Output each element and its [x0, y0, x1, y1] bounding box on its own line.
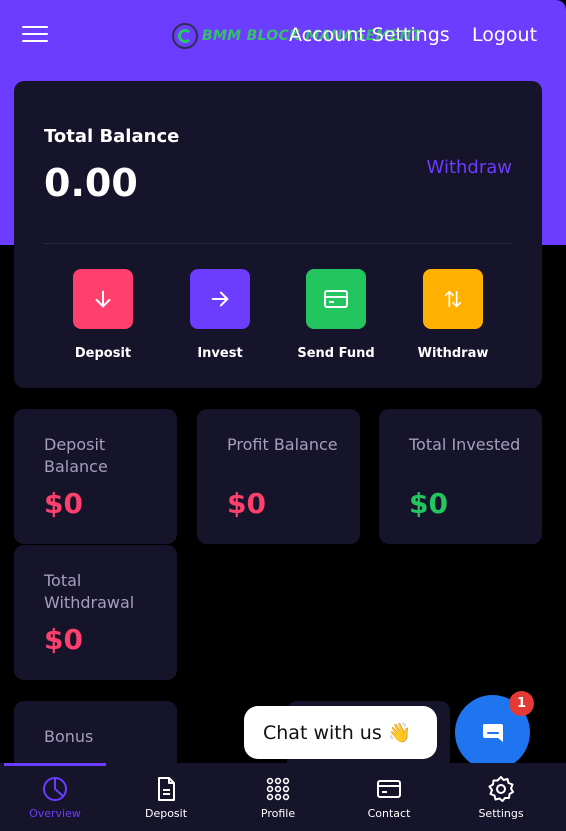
- nav-profile[interactable]: Profile: [223, 775, 333, 820]
- grid-dots-icon: [266, 777, 290, 801]
- nav-contact[interactable]: Contact: [334, 775, 444, 820]
- nav-label: Settings: [478, 807, 524, 820]
- deposit-action-label: Deposit: [74, 346, 132, 361]
- card-icon: [377, 780, 401, 798]
- chat-bubble-icon: [482, 723, 503, 742]
- deposit-action-button[interactable]: Deposit: [43, 269, 163, 361]
- bottom-navigation: Overview Deposit Profile Contact Setting…: [0, 763, 566, 831]
- send-fund-action-label: Send Fund: [297, 346, 375, 361]
- divider: [44, 243, 512, 244]
- hamburger-menu-icon[interactable]: [22, 26, 48, 46]
- total-invested-card: Total Invested $0: [379, 409, 542, 544]
- total-balance-value: 0.00: [44, 161, 138, 205]
- document-icon: [158, 777, 175, 801]
- nav-settings[interactable]: Settings: [446, 775, 556, 820]
- invest-action-button[interactable]: Invest: [160, 269, 280, 361]
- chat-with-us-pill[interactable]: Chat with us 👋: [244, 706, 437, 759]
- stat-value: $0: [227, 487, 266, 520]
- stat-value: $0: [44, 623, 83, 656]
- logout-link[interactable]: Logout: [472, 24, 537, 46]
- logo-mark-icon: [172, 23, 198, 49]
- nav-label: Overview: [29, 807, 81, 820]
- withdraw-action-label: Withdraw: [417, 346, 489, 361]
- withdraw-action-button[interactable]: Withdraw: [393, 269, 513, 361]
- chat-notification-badge: 1: [509, 691, 534, 716]
- invest-action-label: Invest: [197, 346, 243, 361]
- nav-overview[interactable]: Overview: [0, 775, 110, 820]
- arrow-down-icon: [73, 269, 133, 329]
- total-withdrawal-card: Total Withdrawal $0: [14, 545, 177, 680]
- nav-label: Profile: [260, 807, 296, 820]
- swap-vertical-icon: [423, 269, 483, 329]
- active-tab-indicator: [4, 763, 106, 766]
- stat-label: Profit Balance: [227, 435, 338, 454]
- stat-value: $0: [44, 487, 83, 520]
- deposit-balance-card: Deposit Balance $0: [14, 409, 177, 544]
- send-fund-action-button[interactable]: Send Fund: [276, 269, 396, 361]
- card-icon: [306, 269, 366, 329]
- top-bar: BMM BLOCK MANAGEMENT Account Settings Lo…: [0, 0, 566, 72]
- balance-card: Total Balance 0.00 Withdraw Deposit Inve…: [14, 81, 542, 388]
- pie-chart-icon: [43, 777, 67, 801]
- gear-icon: [488, 776, 514, 802]
- account-settings-link[interactable]: Account Settings: [289, 24, 450, 46]
- stat-value: $0: [409, 487, 448, 520]
- total-balance-label: Total Balance: [44, 126, 180, 147]
- stat-label: Bonus: [44, 727, 94, 746]
- withdraw-link[interactable]: Withdraw: [427, 157, 512, 178]
- nav-label: Contact: [367, 807, 411, 820]
- profit-balance-card: Profit Balance $0: [197, 409, 360, 544]
- arrow-right-icon: [190, 269, 250, 329]
- stat-label: Total Withdrawal: [44, 571, 135, 612]
- nav-label: Deposit: [144, 807, 188, 820]
- nav-deposit[interactable]: Deposit: [111, 775, 221, 820]
- stat-label: Total Invested: [409, 435, 521, 454]
- stat-label: Deposit Balance: [44, 435, 108, 476]
